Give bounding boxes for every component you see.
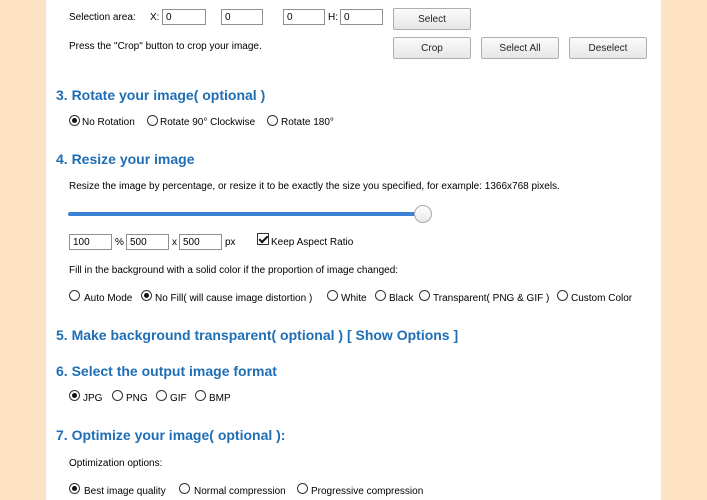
format-heading: 6. Select the output image format (56, 363, 277, 379)
resize-slider-track[interactable] (68, 212, 424, 216)
width-input[interactable] (283, 9, 325, 25)
optimize-label: Optimization options: (69, 458, 163, 469)
resize-width-input[interactable] (126, 234, 169, 250)
x-label: X: (150, 12, 160, 23)
rotate-180-label: Rotate 180° (281, 117, 334, 128)
format-gif-radio[interactable] (156, 390, 167, 401)
fill-transparent-radio[interactable] (419, 290, 430, 301)
fill-custom-radio[interactable] (557, 290, 568, 301)
fill-auto-label: Auto Mode (84, 293, 133, 304)
h-label: H: (328, 12, 338, 23)
optimize-normal-label: Normal compression (194, 486, 286, 497)
x-input[interactable] (162, 9, 206, 25)
fill-black-label: Black (389, 293, 414, 304)
format-gif-label: GIF (170, 393, 187, 404)
crop-hint: Press the "Crop" button to crop your ima… (69, 41, 262, 52)
keep-aspect-checkbox[interactable] (257, 233, 269, 245)
no-rotation-radio[interactable] (69, 115, 80, 126)
rotate-90-radio[interactable] (147, 115, 158, 126)
format-jpg-radio[interactable] (69, 390, 80, 401)
rotate-180-radio[interactable] (267, 115, 278, 126)
no-rotation-label: No Rotation (82, 117, 135, 128)
px-unit: px (225, 237, 236, 248)
fill-transparent-label: Transparent( PNG & GIF ) (433, 293, 550, 304)
format-bmp-label: BMP (209, 393, 231, 404)
optimize-heading: 7. Optimize your image( optional ): (56, 427, 286, 443)
crop-button[interactable]: Crop (393, 37, 471, 59)
show-options-link[interactable]: [ Show Options ] (347, 327, 458, 343)
transparent-heading-text: 5. Make background transparent( optional… (56, 327, 344, 343)
rotate-heading: 3. Rotate your image( optional ) (56, 87, 266, 103)
selection-area-label: Selection area: (69, 12, 136, 23)
resize-height-input[interactable] (179, 234, 222, 250)
select-all-button[interactable]: Select All (481, 37, 559, 59)
transparent-heading: 5. Make background transparent( optional… (56, 327, 458, 343)
height-input[interactable] (340, 9, 383, 25)
resize-heading: 4. Resize your image (56, 151, 195, 167)
optimize-progressive-label: Progressive compression (311, 486, 424, 497)
format-bmp-radio[interactable] (195, 390, 206, 401)
fill-white-label: White (341, 293, 367, 304)
resize-slider-handle[interactable] (414, 205, 432, 223)
format-png-radio[interactable] (112, 390, 123, 401)
tool-panel (46, 0, 661, 500)
times-sign: x (172, 237, 177, 248)
fill-black-radio[interactable] (375, 290, 386, 301)
fill-white-radio[interactable] (327, 290, 338, 301)
format-png-label: PNG (126, 393, 148, 404)
fill-custom-label: Custom Color (571, 293, 633, 304)
select-button[interactable]: Select (393, 8, 471, 30)
optimize-best-label: Best image quality (84, 486, 166, 497)
fill-none-radio[interactable] (141, 290, 152, 301)
percent-input[interactable] (69, 234, 112, 250)
rotate-90-label: Rotate 90° Clockwise (160, 117, 256, 128)
fill-none-label: No Fill( will cause image distortion ) (155, 293, 313, 304)
optimize-best-radio[interactable] (69, 483, 80, 494)
optimize-normal-radio[interactable] (179, 483, 190, 494)
optimize-progressive-radio[interactable] (297, 483, 308, 494)
fill-auto-radio[interactable] (69, 290, 80, 301)
percent-unit: % (115, 237, 124, 248)
deselect-button[interactable]: Deselect (569, 37, 647, 59)
format-jpg-label: JPG (83, 393, 103, 404)
fill-description: Fill in the background with a solid colo… (69, 265, 399, 276)
keep-aspect-label: Keep Aspect Ratio (271, 237, 354, 248)
y-input[interactable] (221, 9, 263, 25)
resize-description: Resize the image by percentage, or resiz… (69, 181, 560, 192)
